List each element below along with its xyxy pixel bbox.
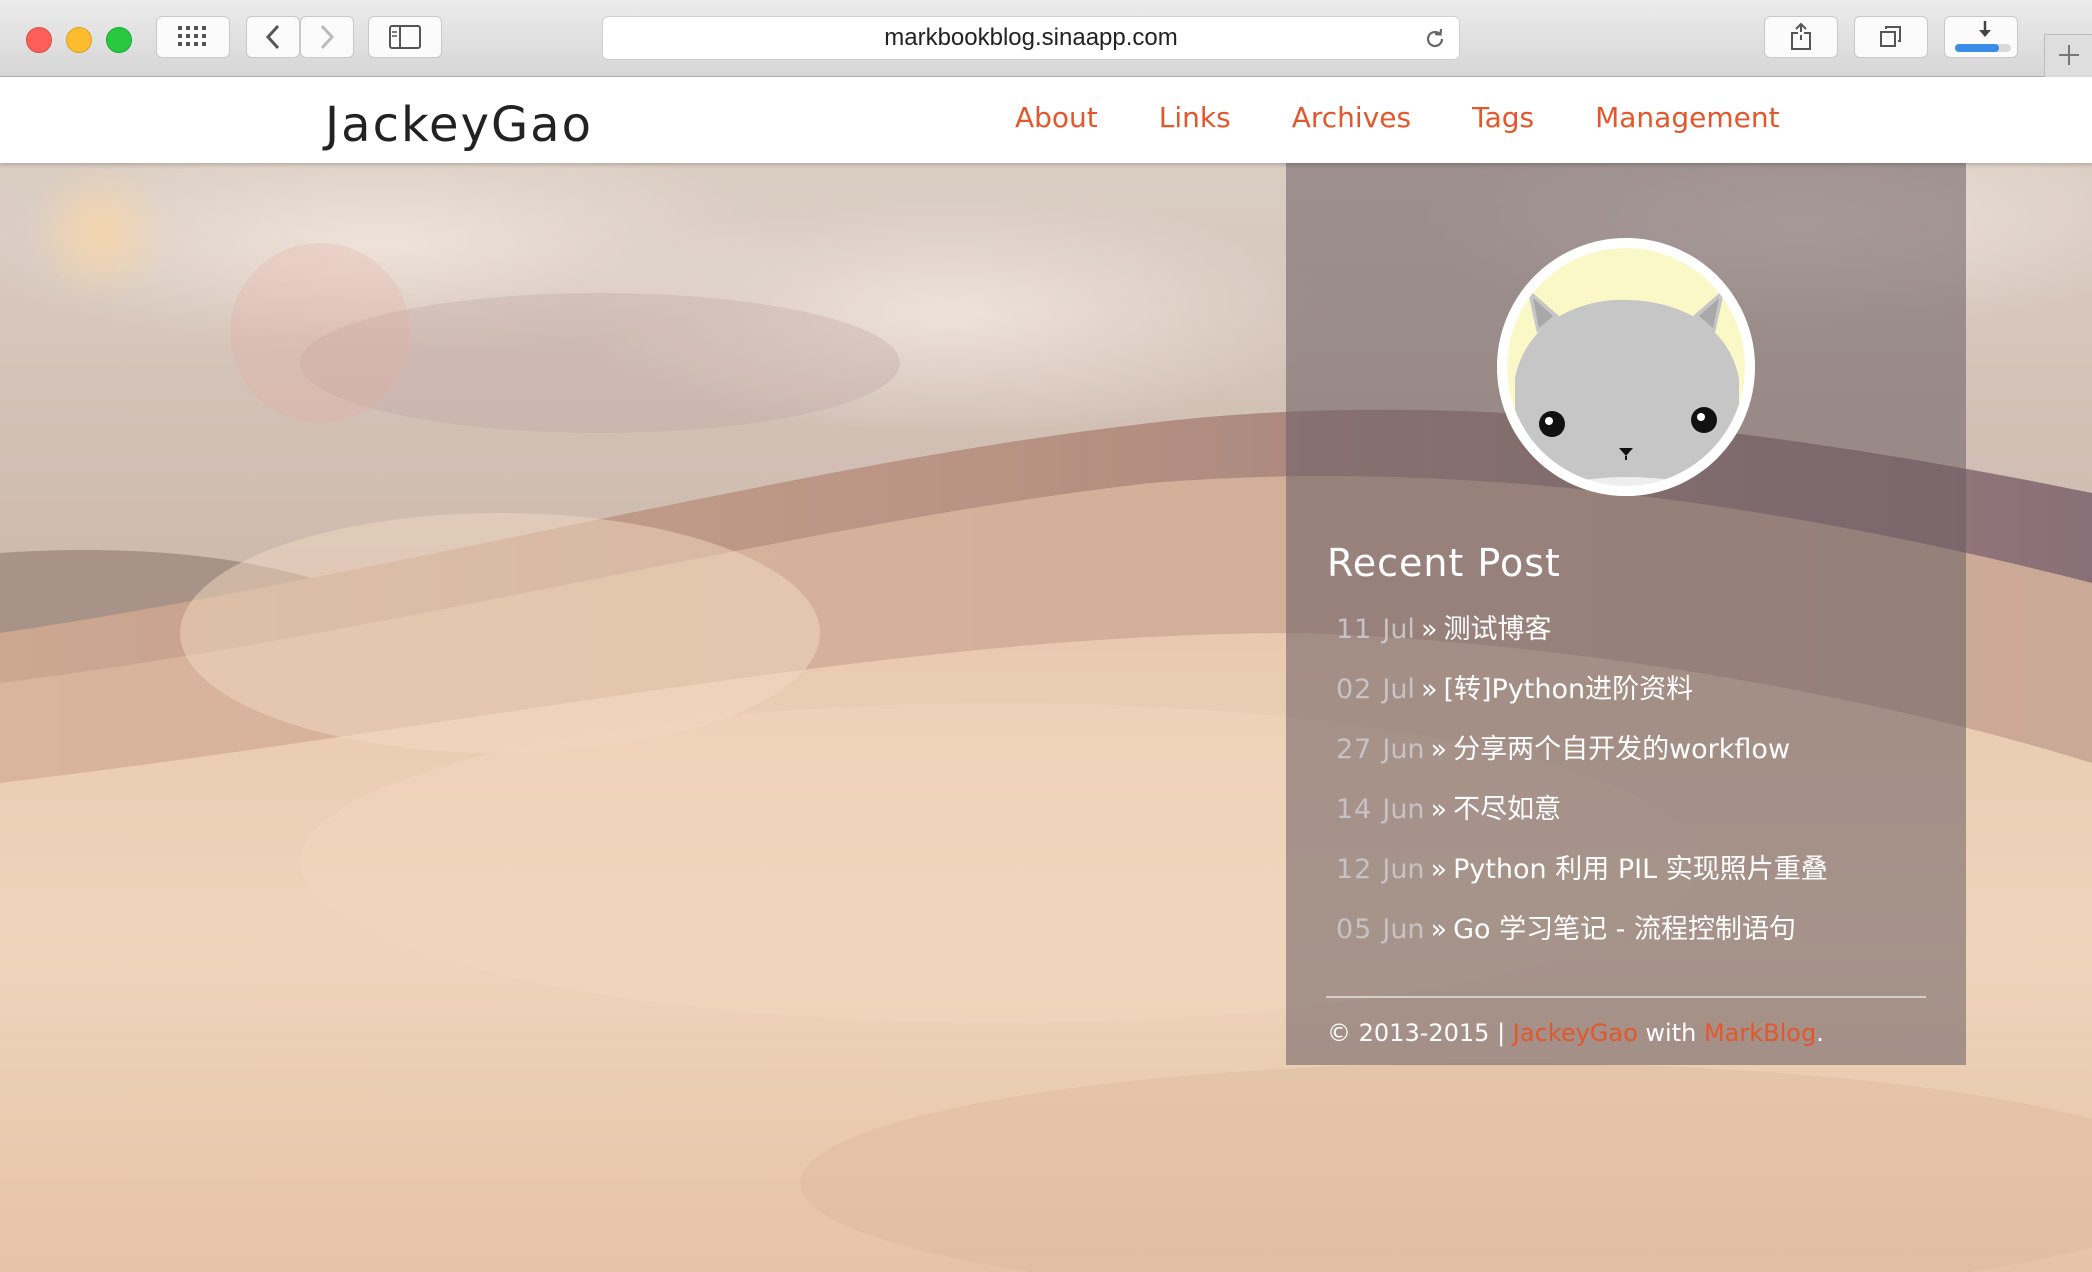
nav-about[interactable]: About [1015, 101, 1098, 134]
share-icon [1790, 23, 1812, 51]
tabs-overview-icon [1879, 25, 1903, 49]
top-sites-button[interactable] [156, 16, 230, 58]
post-day: 14 [1336, 794, 1373, 825]
copyright-prefix: © 2013-2015 | [1327, 1019, 1513, 1047]
post-day: 27 [1336, 734, 1373, 765]
list-item[interactable]: 11 Jul» 测试博客 [1336, 607, 1828, 667]
post-month: Jun [1382, 734, 1425, 765]
download-icon [1949, 20, 2013, 54]
copyright-middle: with [1637, 1019, 1704, 1047]
copyright-suffix: . [1816, 1019, 1824, 1047]
post-separator: » [1430, 794, 1448, 825]
chevron-right-icon [319, 24, 335, 50]
nav-management[interactable]: Management [1595, 101, 1779, 134]
site-brand[interactable]: JackeyGao [325, 97, 593, 153]
tabs-overview-button[interactable] [1854, 16, 1928, 58]
list-item[interactable]: 12 Jun» Python 利用 PIL 实现照片重叠 [1336, 847, 1828, 907]
address-bar[interactable]: markbookblog.sinaapp.com [602, 16, 1460, 60]
post-title-link[interactable]: [转]Python进阶资料 [1443, 674, 1693, 705]
chevron-left-icon [265, 24, 281, 50]
browser-toolbar: markbookblog.sinaapp.com [0, 0, 2092, 78]
post-day: 02 [1336, 674, 1373, 705]
nav-archives[interactable]: Archives [1292, 101, 1411, 134]
post-separator: » [1420, 674, 1438, 705]
engine-link[interactable]: MarkBlog [1704, 1019, 1816, 1047]
author-link[interactable]: JackeyGao [1513, 1019, 1638, 1047]
recent-post-heading: Recent Post [1327, 541, 1561, 585]
zoom-window-button[interactable] [106, 27, 132, 53]
post-separator: » [1430, 914, 1448, 945]
reload-icon[interactable] [1423, 27, 1447, 55]
sidebar-toggle-button[interactable] [368, 16, 442, 58]
sidebar-icon [389, 25, 421, 49]
plus-icon [2057, 43, 2081, 71]
post-title-link[interactable]: 分享两个自开发的workflow [1453, 734, 1790, 765]
post-title-link[interactable]: 测试博客 [1443, 614, 1551, 645]
post-day: 05 [1336, 914, 1373, 945]
post-month: Jul [1382, 674, 1415, 705]
sidebar-panel: Recent Post 11 Jul» 测试博客 02 Jul» [转]Python进阶… [1286, 163, 1966, 1065]
list-item[interactable]: 05 Jun» Go 学习笔记 - 流程控制语句 [1336, 907, 1828, 967]
list-item[interactable]: 14 Jun» 不尽如意 [1336, 787, 1828, 847]
copyright-footer: © 2013-2015 | JackeyGao with MarkBlog. [1327, 1019, 1824, 1047]
avatar[interactable] [1497, 238, 1755, 496]
list-item[interactable]: 02 Jul» [转]Python进阶资料 [1336, 667, 1828, 727]
site-header: JackeyGao About Links Archives Tags Mana… [0, 77, 2092, 163]
post-separator: » [1420, 614, 1438, 645]
back-button[interactable] [246, 16, 300, 58]
recent-post-list: 11 Jul» 测试博客 02 Jul» [转]Python进阶资料 27 Jun» 分享两… [1336, 607, 1828, 967]
post-month: Jul [1382, 614, 1415, 645]
post-title-link[interactable]: Python 利用 PIL 实现照片重叠 [1453, 854, 1828, 885]
post-month: Jun [1382, 914, 1425, 945]
post-title-link[interactable]: Go 学习笔记 - 流程控制语句 [1453, 914, 1796, 945]
close-window-button[interactable] [26, 27, 52, 53]
post-month: Jun [1382, 794, 1425, 825]
post-day: 11 [1336, 614, 1373, 645]
post-title-link[interactable]: 不尽如意 [1453, 794, 1561, 825]
minimize-window-button[interactable] [66, 27, 92, 53]
main-nav: About Links Archives Tags Management [1015, 101, 1841, 134]
post-month: Jun [1382, 854, 1425, 885]
nav-tags[interactable]: Tags [1472, 101, 1534, 134]
forward-button[interactable] [300, 16, 354, 58]
post-day: 12 [1336, 854, 1373, 885]
downloads-button[interactable] [1944, 16, 2018, 58]
nav-links[interactable]: Links [1159, 101, 1231, 134]
post-separator: » [1430, 734, 1448, 765]
new-tab-button[interactable] [2044, 34, 2092, 78]
post-separator: » [1430, 854, 1448, 885]
top-sites-grid-icon [178, 26, 208, 48]
list-item[interactable]: 27 Jun» 分享两个自开发的workflow [1336, 727, 1828, 787]
address-text[interactable]: markbookblog.sinaapp.com [603, 17, 1459, 59]
footer-divider [1326, 996, 1926, 998]
share-button[interactable] [1764, 16, 1838, 58]
